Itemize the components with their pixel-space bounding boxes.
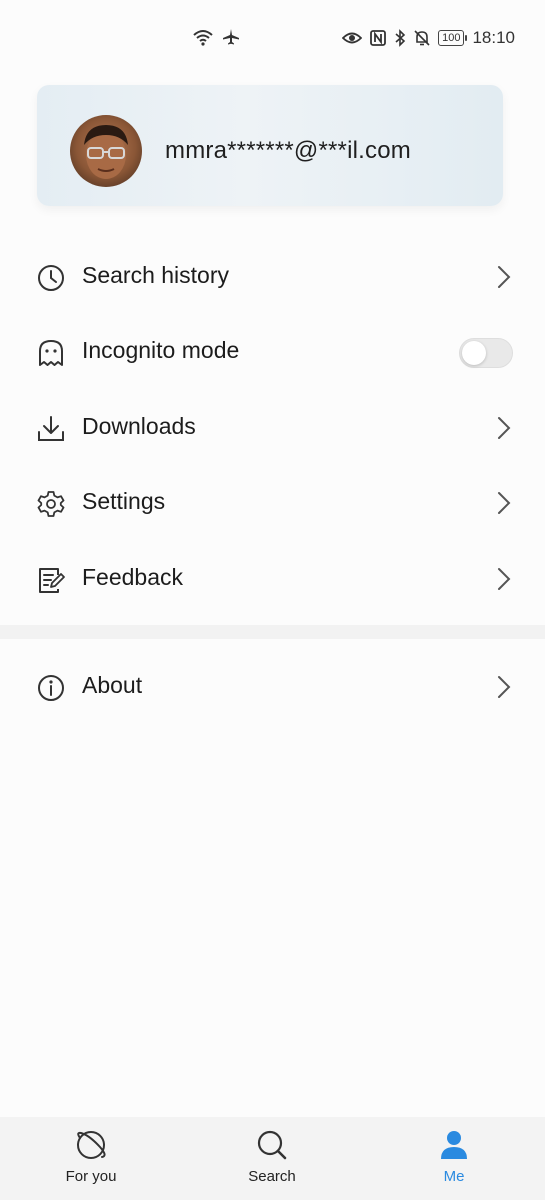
tab-me[interactable]: Me bbox=[394, 1117, 514, 1200]
chevron-right-icon bbox=[497, 265, 511, 289]
toggle-knob bbox=[462, 341, 486, 365]
bell-muted-icon bbox=[414, 29, 430, 47]
info-icon bbox=[36, 673, 66, 703]
account-card[interactable]: mmra*******@***il.com bbox=[37, 85, 503, 206]
section-divider bbox=[0, 625, 545, 639]
airplane-icon bbox=[222, 28, 240, 46]
status-bar: 100 18:10 bbox=[0, 0, 545, 80]
tab-label-search: Search bbox=[248, 1168, 296, 1185]
clock-time: 18:10 bbox=[472, 28, 515, 47]
menu-item-feedback[interactable]: Feedback bbox=[0, 541, 545, 616]
chevron-right-icon bbox=[497, 675, 511, 699]
chevron-right-icon bbox=[497, 567, 511, 591]
chevron-right-icon bbox=[497, 491, 511, 515]
planet-icon bbox=[75, 1129, 107, 1161]
download-icon bbox=[36, 414, 66, 444]
menu-item-settings[interactable]: Settings bbox=[0, 465, 545, 540]
menu-label-downloads: Downloads bbox=[82, 413, 196, 439]
chevron-right-icon bbox=[497, 416, 511, 440]
menu-label-feedback: Feedback bbox=[82, 564, 184, 590]
wifi-icon bbox=[192, 28, 214, 46]
person-icon bbox=[438, 1129, 470, 1161]
menu-item-incognito-mode: Incognito mode bbox=[0, 314, 545, 389]
incognito-toggle[interactable] bbox=[459, 338, 513, 368]
search-icon bbox=[256, 1129, 288, 1161]
nfc-icon bbox=[370, 30, 386, 46]
avatar[interactable] bbox=[70, 115, 142, 187]
battery-icon: 100 bbox=[438, 30, 468, 46]
tab-for-you[interactable]: For you bbox=[31, 1117, 151, 1200]
eye-icon bbox=[342, 31, 363, 45]
tab-label-me: Me bbox=[443, 1168, 465, 1185]
menu-label-about: About bbox=[82, 672, 143, 698]
tab-search[interactable]: Search bbox=[212, 1117, 332, 1200]
menu-label-settings: Settings bbox=[82, 488, 166, 514]
menu-item-downloads[interactable]: Downloads bbox=[0, 390, 545, 465]
account-email: mmra*******@***il.com bbox=[165, 137, 411, 164]
menu-item-search-history[interactable]: Search history bbox=[0, 239, 545, 314]
ghost-icon bbox=[36, 338, 66, 368]
menu-item-about[interactable]: About bbox=[0, 649, 545, 724]
tab-label-for-you: For you bbox=[65, 1168, 117, 1185]
feedback-icon bbox=[36, 565, 66, 595]
gear-icon bbox=[36, 489, 66, 519]
bottom-nav: For you Search Me bbox=[0, 1117, 545, 1200]
clock-icon bbox=[36, 263, 66, 293]
bluetooth-icon bbox=[394, 29, 406, 47]
menu-label-search-history: Search history bbox=[82, 262, 230, 288]
menu-label-incognito-mode: Incognito mode bbox=[82, 337, 240, 363]
